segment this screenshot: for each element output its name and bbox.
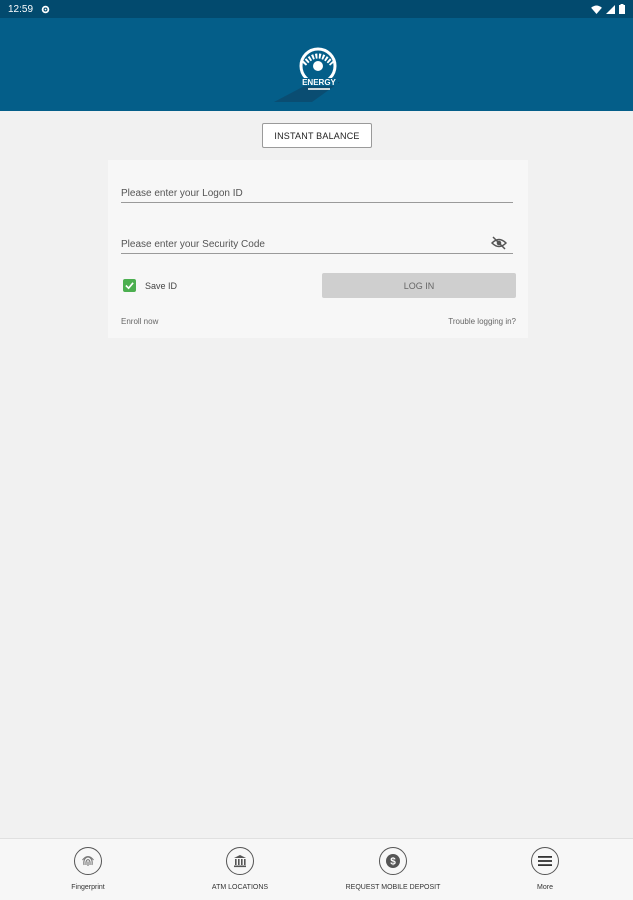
nav-fingerprint-label: Fingerprint: [71, 884, 105, 891]
energy-logo: ENERGY: [274, 47, 340, 102]
nav-request-mobile-deposit-label: REQUEST MOBILE DEPOSIT: [345, 884, 441, 891]
nav-request-mobile-deposit[interactable]: $ REQUEST MOBILE DEPOSIT: [333, 847, 453, 891]
checkmark-icon: [125, 282, 134, 290]
battery-icon: [619, 4, 625, 14]
status-bar: 12:59: [0, 0, 633, 18]
settings-icon: [41, 5, 50, 13]
logon-id-placeholder: Please enter your Logon ID: [121, 188, 243, 199]
bank-icon: [226, 847, 254, 875]
instant-balance-button[interactable]: INSTANT BALANCE: [262, 123, 372, 148]
nav-atm-locations[interactable]: ATM LOCATIONS: [180, 847, 300, 891]
save-id-row[interactable]: Save ID: [123, 279, 177, 292]
nav-fingerprint[interactable]: Fingerprint: [28, 847, 148, 891]
logon-id-input[interactable]: Please enter your Logon ID: [121, 179, 513, 203]
app-header: ENERGY: [0, 18, 633, 111]
save-id-checkbox[interactable]: [123, 279, 136, 292]
enroll-now-link[interactable]: Enroll now: [121, 317, 158, 326]
nav-more[interactable]: More: [485, 847, 605, 891]
nav-atm-locations-label: ATM LOCATIONS: [211, 884, 269, 891]
svg-text:ENERGY: ENERGY: [302, 78, 336, 87]
wifi-icon: [591, 4, 602, 14]
status-time: 12:59: [8, 3, 34, 15]
login-card: Please enter your Logon ID Please enter …: [108, 160, 528, 338]
fingerprint-icon: [74, 847, 102, 875]
dollar-icon: $: [379, 847, 407, 875]
nav-more-label: More: [537, 884, 553, 891]
trouble-logging-in-link[interactable]: Trouble logging in?: [448, 317, 516, 326]
security-code-input[interactable]: Please enter your Security Code: [121, 230, 513, 254]
bottom-navigation: Fingerprint ATM LOCATIONS $ REQUEST MOBI…: [0, 838, 633, 900]
visibility-off-icon[interactable]: [491, 236, 507, 250]
security-code-placeholder: Please enter your Security Code: [121, 239, 265, 250]
signal-icon: [606, 4, 615, 14]
menu-icon: [531, 847, 559, 875]
save-id-label: Save ID: [145, 280, 178, 291]
svg-text:$: $: [390, 857, 396, 868]
login-button[interactable]: LOG IN: [322, 273, 516, 298]
